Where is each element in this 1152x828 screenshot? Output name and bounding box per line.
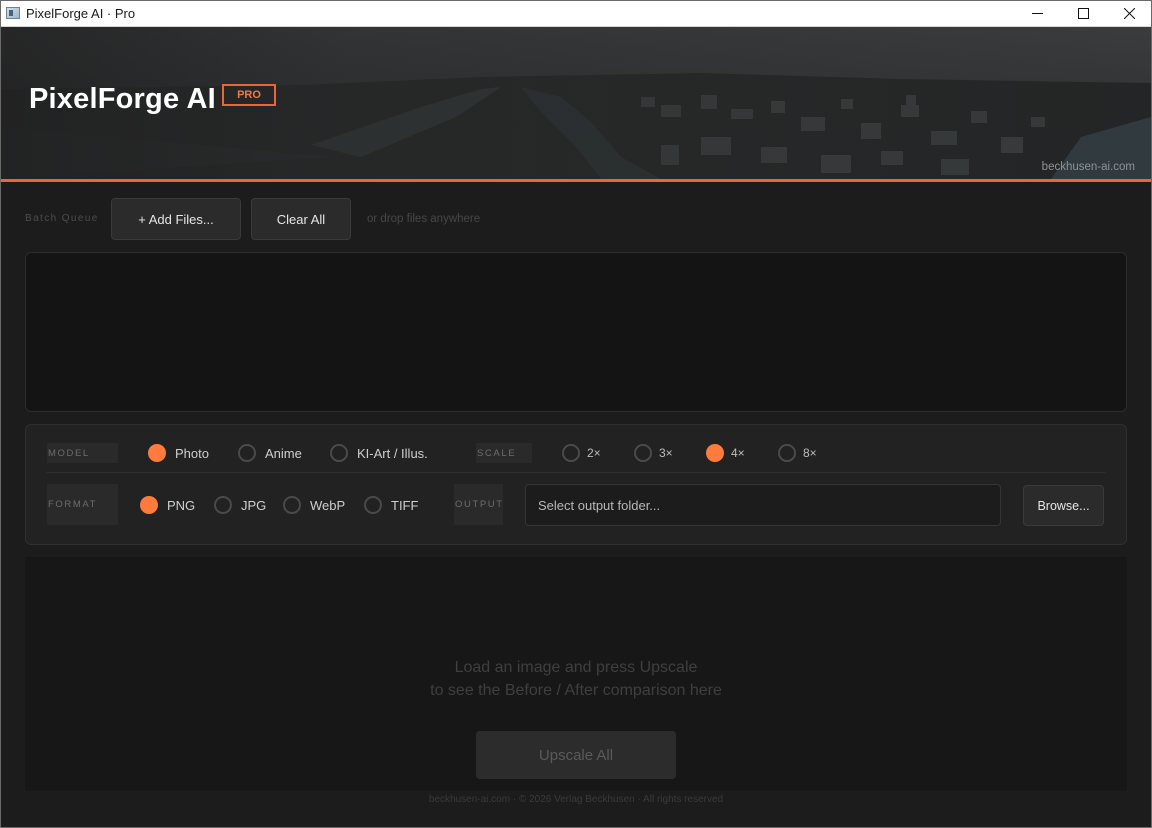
format-option-label: WebP	[310, 497, 346, 513]
radio-unselected-icon	[562, 444, 580, 462]
batch-queue-list[interactable]	[25, 252, 1127, 412]
batch-queue-label: Batch Queue	[25, 213, 99, 224]
model-option-ki-art[interactable]: KI-Art / Illus.	[330, 444, 428, 462]
radio-unselected-icon	[364, 496, 382, 514]
preview-placeholder: Load an image and press Upscale to see t…	[25, 656, 1127, 702]
format-option-label: PNG	[167, 497, 196, 513]
format-option-tiff[interactable]: TIFF	[364, 496, 418, 514]
close-icon	[1123, 8, 1135, 19]
drop-hint: or drop files anywhere	[367, 213, 481, 225]
minimize-button[interactable]	[1014, 0, 1060, 27]
app-icon	[6, 7, 20, 19]
format-label: FORMAT	[47, 484, 118, 525]
model-option-label: KI-Art / Illus.	[357, 445, 428, 461]
window-titlebar: PixelForge AI · Pro	[0, 0, 1152, 27]
radio-unselected-icon	[283, 496, 301, 514]
maximize-button[interactable]	[1060, 0, 1106, 27]
pro-badge: PRO	[222, 84, 276, 106]
format-option-label: JPG	[241, 497, 267, 513]
preview-line-1: Load an image and press Upscale	[454, 659, 698, 676]
radio-selected-icon	[140, 496, 158, 514]
radio-unselected-icon	[778, 444, 796, 462]
scale-option-8x[interactable]: 8×	[778, 444, 817, 462]
browse-button[interactable]: Browse...	[1023, 485, 1104, 526]
radio-selected-icon	[706, 444, 724, 462]
scale-option-3x[interactable]: 3×	[634, 444, 673, 462]
model-option-label: Anime	[265, 445, 302, 461]
banner-accent-line	[1, 179, 1151, 182]
radio-unselected-icon	[634, 444, 652, 462]
format-option-jpg[interactable]: JPG	[214, 496, 266, 514]
output-label: OUTPUT	[454, 484, 503, 525]
upscale-all-button[interactable]: Upscale All	[476, 731, 676, 779]
radio-unselected-icon	[330, 444, 348, 462]
format-option-webp[interactable]: WebP	[283, 496, 345, 514]
settings-divider	[47, 472, 1105, 473]
maximize-icon	[1077, 8, 1089, 19]
scale-option-label: 3×	[659, 446, 673, 460]
model-option-photo[interactable]: Photo	[148, 444, 209, 462]
scale-label: SCALE	[476, 443, 532, 463]
footer: beckhusen-ai.com · © 2026 Verlag Beckhus…	[428, 794, 724, 805]
add-files-button[interactable]: + Add Files...	[111, 198, 241, 240]
scale-option-label: 8×	[803, 446, 817, 460]
clear-all-button[interactable]: Clear All	[251, 198, 351, 240]
radio-unselected-icon	[214, 496, 232, 514]
radio-selected-icon	[148, 444, 166, 462]
close-button[interactable]	[1106, 0, 1152, 27]
scale-option-4x[interactable]: 4×	[706, 444, 745, 462]
window-title: PixelForge AI · Pro	[26, 5, 136, 21]
banner-domain: beckhusen-ai.com	[1041, 161, 1135, 173]
window-controls	[1014, 0, 1152, 27]
format-option-label: TIFF	[391, 497, 419, 513]
brand-title: PixelForge AI	[29, 83, 216, 115]
preview-line-2: to see the Before / After comparison her…	[430, 682, 722, 699]
scale-option-label: 2×	[587, 446, 601, 460]
radio-unselected-icon	[238, 444, 256, 462]
scale-option-2x[interactable]: 2×	[562, 444, 601, 462]
output-folder-input[interactable]: Select output folder...	[525, 484, 1001, 526]
header-banner: PixelForge AI PRO beckhusen-ai.com	[1, 27, 1151, 179]
model-label: MODEL	[47, 443, 118, 463]
model-option-anime[interactable]: Anime	[238, 444, 302, 462]
minimize-icon	[1031, 13, 1043, 14]
format-option-png[interactable]: PNG	[140, 496, 195, 514]
scale-option-label: 4×	[731, 446, 745, 460]
model-option-label: Photo	[175, 445, 209, 461]
